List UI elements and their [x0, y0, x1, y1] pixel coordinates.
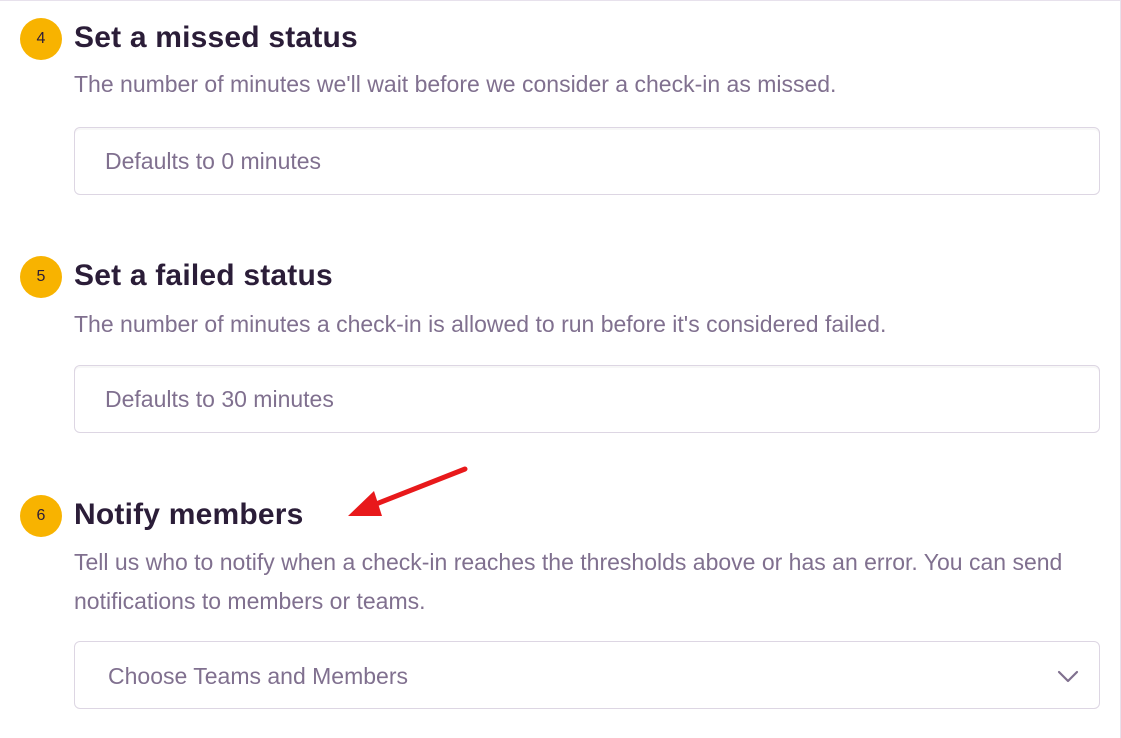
step-number-badge: 6: [20, 495, 62, 537]
chevron-down-icon[interactable]: [1057, 666, 1079, 686]
failed-minutes-input[interactable]: [74, 365, 1100, 433]
step-description: The number of minutes a check-in is allo…: [74, 311, 887, 337]
step-title: Set a failed status: [74, 259, 333, 292]
step-number-badge: 4: [20, 18, 62, 60]
notify-members-select[interactable]: Choose Teams and Members: [74, 641, 1100, 709]
step-title: Notify members: [74, 498, 304, 531]
select-placeholder: Choose Teams and Members: [108, 663, 408, 689]
monitor-form: 4 Set a missed status The number of minu…: [0, 0, 1121, 738]
red-arrow-icon: [348, 466, 468, 516]
step-title: Set a missed status: [74, 21, 358, 54]
step-number-badge: 5: [20, 256, 62, 298]
step-description: The number of minutes we'll wait before …: [74, 71, 837, 97]
missed-minutes-input[interactable]: [74, 127, 1100, 195]
step-description: Tell us who to notify when a check-in re…: [74, 549, 1063, 614]
